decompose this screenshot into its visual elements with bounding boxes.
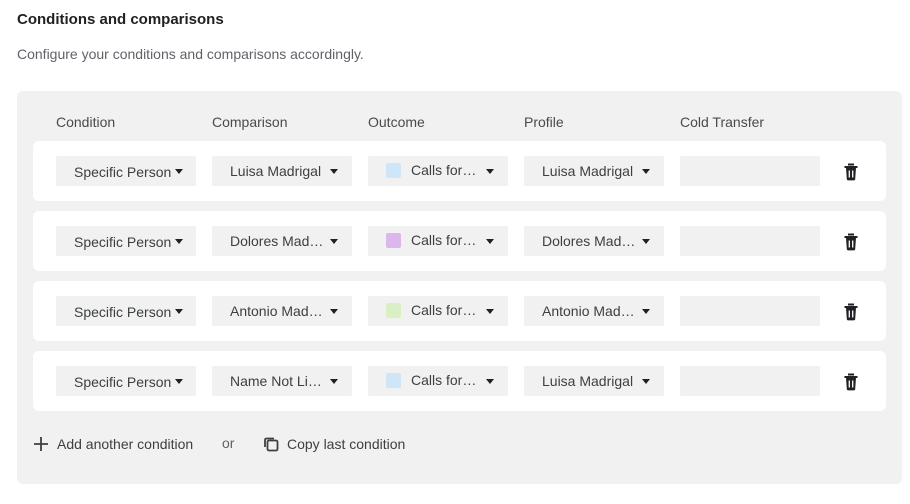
trash-icon[interactable] [843,303,859,321]
condition-row: Specific Person Dolores Madrigal Calls f… [33,211,886,271]
caret-down-icon [486,379,494,384]
outcome-value: Calls for ... [411,232,477,248]
outcome-dropdown[interactable]: Calls for ... [368,366,508,396]
outcome-value: Calls for ... [411,162,477,178]
profile-dropdown[interactable]: Luisa Madrigal [524,366,664,396]
trash-icon[interactable] [843,233,859,251]
copy-last-condition-label: Copy last condition [287,436,406,452]
comparison-dropdown[interactable]: Dolores Madrigal [212,226,352,256]
copy-last-condition-button[interactable]: Copy last condition [262,435,405,453]
add-condition-label: Add another condition [57,436,194,452]
comparison-value: Dolores Madrigal [230,233,326,249]
profile-dropdown[interactable]: Luisa Madrigal [524,156,664,186]
condition-row: Specific Person Antonio Madrigal Calls f… [33,281,886,341]
column-header-comparison: Comparison [212,114,288,130]
condition-value: Specific Person [74,234,172,250]
condition-dropdown[interactable]: Specific Person [56,156,196,186]
outcome-color-swatch [386,163,401,178]
profile-value: Antonio Madrigal [542,303,636,319]
outcome-dropdown[interactable]: Calls for ... [368,296,508,326]
condition-value: Specific Person [74,164,172,180]
outcome-color-swatch [386,233,401,248]
cold-transfer-input[interactable] [680,366,820,396]
column-header-outcome: Outcome [368,114,425,130]
column-header-condition: Condition [56,114,116,130]
outcome-color-swatch [386,303,401,318]
caret-down-icon [486,169,494,174]
caret-down-icon [330,239,338,244]
caret-down-icon [486,309,494,314]
trash-icon[interactable] [843,373,859,391]
outcome-value: Calls for ... [411,302,477,318]
comparison-value: Antonio Madrigal [230,303,326,319]
caret-down-icon [642,309,650,314]
outcome-color-swatch [386,373,401,388]
profile-dropdown[interactable]: Dolores Madrigal [524,226,664,256]
condition-row: Specific Person Name Not Listed Calls fo… [33,351,886,411]
caret-down-icon [330,379,338,384]
outcome-value: Calls for ... [411,372,477,388]
copy-icon [262,435,280,453]
cold-transfer-input[interactable] [680,226,820,256]
condition-row: Specific Person Luisa Madrigal Calls for… [33,141,886,201]
comparison-dropdown[interactable]: Name Not Listed [212,366,352,396]
section-subtitle: Configure your conditions and comparison… [17,46,364,62]
caret-down-icon [642,239,650,244]
caret-down-icon [330,169,338,174]
outcome-dropdown[interactable]: Calls for ... [368,226,508,256]
comparison-dropdown[interactable]: Antonio Madrigal [212,296,352,326]
comparison-value: Name Not Listed [230,373,326,389]
column-header-profile: Profile [524,114,564,130]
profile-value: Luisa Madrigal [542,163,634,179]
conditions-panel: Condition Comparison Outcome Profile Col… [17,91,902,484]
section-title: Conditions and comparisons [17,11,224,28]
profile-value: Dolores Madrigal [542,233,636,249]
caret-down-icon [642,169,650,174]
trash-icon[interactable] [843,163,859,181]
cold-transfer-input[interactable] [680,156,820,186]
plus-icon [32,435,50,453]
caret-down-icon [175,309,183,314]
comparison-value: Luisa Madrigal [230,163,322,179]
cold-transfer-input[interactable] [680,296,820,326]
condition-dropdown[interactable]: Specific Person [56,226,196,256]
caret-down-icon [330,309,338,314]
add-condition-button[interactable]: Add another condition [32,435,193,453]
caret-down-icon [175,239,183,244]
or-separator: or [222,435,235,451]
condition-value: Specific Person [74,374,172,390]
comparison-dropdown[interactable]: Luisa Madrigal [212,156,352,186]
condition-dropdown[interactable]: Specific Person [56,366,196,396]
caret-down-icon [486,239,494,244]
condition-value: Specific Person [74,304,172,320]
column-header-cold-transfer: Cold Transfer [680,114,765,130]
caret-down-icon [175,379,183,384]
profile-value: Luisa Madrigal [542,373,634,389]
profile-dropdown[interactable]: Antonio Madrigal [524,296,664,326]
caret-down-icon [642,379,650,384]
caret-down-icon [175,169,183,174]
outcome-dropdown[interactable]: Calls for ... [368,156,508,186]
condition-dropdown[interactable]: Specific Person [56,296,196,326]
